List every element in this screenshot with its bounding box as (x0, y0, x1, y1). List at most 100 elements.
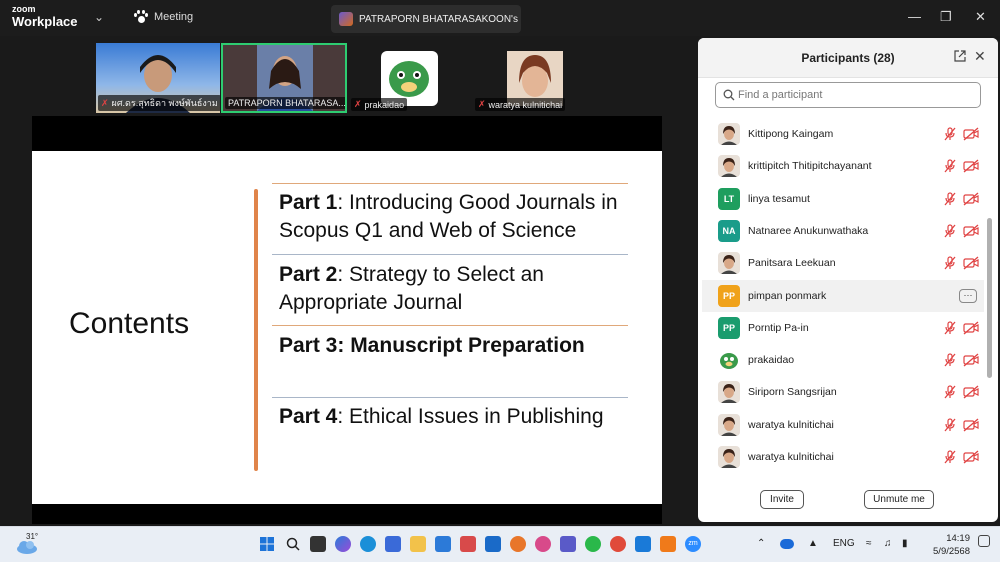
popout-icon[interactable] (954, 50, 966, 62)
accent-bar (254, 189, 258, 471)
tile-name-label: PATRAPORN BHATARASA... (225, 97, 345, 109)
search-input[interactable] (715, 82, 981, 108)
date: 5/9/2568 (933, 546, 970, 557)
participant-row[interactable]: Panitsara Leekuan (702, 247, 984, 279)
participants-panel: Participants (28) ✕ Kittipong Kaingam kri… (698, 38, 998, 522)
participant-name: linya tesamut (748, 192, 810, 205)
avatar (718, 413, 740, 436)
participant-name: krittipitch Thitipitchayanant (748, 160, 872, 173)
language-indicator[interactable]: ENG (833, 538, 855, 549)
copilot-icon[interactable] (335, 536, 351, 552)
line-icon[interactable] (585, 536, 601, 552)
notification-icon[interactable] (978, 535, 990, 547)
teams-icon[interactable] (385, 536, 401, 552)
avatar: LT (718, 187, 740, 210)
edge-icon[interactable] (360, 536, 376, 552)
panel-header: Participants (28) ✕ (698, 38, 998, 78)
avatar: NA (718, 219, 740, 242)
firefox-icon[interactable] (510, 536, 526, 552)
scrollbar[interactable] (987, 218, 992, 378)
video-tile[interactable]: ✗ waratya kulnitichai (473, 43, 597, 113)
tile-name-label: ✗ waratya kulnitichai (475, 98, 566, 111)
tab-meeting[interactable]: Meeting (134, 10, 193, 24)
invite-button[interactable]: Invite (760, 490, 804, 509)
avatar: PP (718, 316, 740, 339)
teams-chat-icon[interactable] (560, 536, 576, 552)
brand-top: zoom (12, 4, 36, 14)
participant-row[interactable]: waratya kulnitichai (702, 441, 984, 473)
chevron-down-icon[interactable]: ⌄ (94, 10, 104, 24)
mic-muted-icon (944, 418, 956, 432)
volume-icon[interactable]: ♫ (884, 538, 892, 549)
task-view-icon[interactable] (310, 536, 326, 552)
participant-row[interactable]: Kittipong Kaingam (702, 118, 984, 150)
participant-row[interactable]: PP pimpan ponmark ··· (702, 279, 984, 312)
zoom-logo[interactable]: zoom Workplace (12, 4, 78, 29)
participant-row[interactable]: NA Natnaree Anukunwathaka (702, 215, 984, 247)
avatar (718, 155, 740, 178)
tab-screen-share[interactable]: PATRAPORN BHATARASAKOON's ··· (331, 5, 521, 33)
onedrive-icon[interactable] (780, 539, 794, 549)
participant-row[interactable]: PP Porntip Pa-in (702, 312, 984, 344)
close-icon[interactable]: ✕ (974, 48, 986, 65)
time: 14:19 (946, 533, 970, 544)
participant-list: Kittipong Kaingam krittipitch Thitipitcha… (698, 114, 988, 474)
participant-name: waratya kulnitichai (748, 451, 834, 463)
avatar (718, 252, 740, 275)
gift-icon[interactable] (460, 536, 476, 552)
clock[interactable]: 14:19 5/9/2568 (920, 532, 970, 558)
video-tile[interactable]: ✗ prakaidao (349, 43, 471, 113)
outlook-icon[interactable] (485, 536, 501, 552)
restore-icon[interactable]: ❐ (940, 9, 952, 25)
avatar: PP (718, 284, 740, 307)
avatar (718, 446, 740, 468)
app-icon[interactable] (660, 536, 676, 552)
participant-row[interactable]: LT linya tesamut (702, 183, 984, 215)
mic-muted-icon: ✗ (354, 99, 362, 109)
mic-muted-icon (944, 321, 956, 335)
divider (272, 325, 628, 326)
video-off-icon (963, 450, 979, 464)
browser-icon[interactable] (535, 536, 551, 552)
participant-row[interactable]: krittipitch Thitipitchayanant (702, 150, 984, 182)
participant-row[interactable]: waratya kulnitichai (702, 409, 984, 441)
video-off-icon (963, 256, 979, 270)
video-tile[interactable]: ✗ ผศ.ดร.สุทธิดา พงษ์พันธ์งาม (96, 43, 220, 113)
part-1: Part 1: Introducing Good Journals in Sco… (279, 191, 618, 242)
paw-icon (134, 10, 148, 24)
search-icon (723, 89, 735, 101)
participant-name: prakaidao (748, 354, 795, 367)
battery-saver-icon[interactable]: ▲ (808, 538, 818, 549)
mic-muted-icon: ✗ (478, 99, 486, 109)
participant-row[interactable]: prakaidao (702, 344, 984, 376)
title-bar: zoom Workplace ⌄ Meeting PATRAPORN BHATA… (0, 0, 1000, 36)
mic-muted-icon (944, 224, 956, 238)
chevron-up-icon[interactable]: ⌃ (757, 538, 765, 549)
more-options-icon[interactable]: ··· (959, 288, 977, 303)
part-4: Part 4: Ethical Issues in Publishing (279, 405, 604, 428)
close-window-icon[interactable]: ✕ (975, 9, 986, 25)
file-explorer-icon[interactable] (410, 536, 426, 552)
photos-icon[interactable] (635, 536, 651, 552)
battery-icon[interactable]: ▮ (902, 538, 908, 549)
divider (272, 254, 628, 255)
part-2: Part 2: Strategy to Select an Appropriat… (279, 263, 544, 314)
share-tab-title: PATRAPORN BHATARASAKOON's (359, 13, 518, 25)
store-icon[interactable] (435, 536, 451, 552)
search-icon[interactable] (285, 536, 301, 552)
mic-muted-icon (944, 191, 956, 206)
video-tile-active[interactable]: PATRAPORN BHATARASA... (221, 43, 347, 113)
divider (272, 397, 628, 398)
chrome-icon[interactable] (610, 536, 626, 552)
taskbar: 31° zm ⌃ ▲ ENG ≈ ♫ ▮ 14:19 5/9/2568 (0, 526, 1000, 562)
participant-name: Siriporn Sangsrijan (748, 386, 837, 399)
mic-muted-icon: ✗ (101, 97, 109, 108)
windows-start-icon[interactable] (259, 536, 275, 552)
unmute-me-button[interactable]: Unmute me (864, 490, 934, 509)
brand-bottom: Workplace (12, 14, 78, 29)
participant-row[interactable]: Siriporn Sangsrijan (702, 376, 984, 408)
mic-muted-icon (944, 256, 956, 270)
minimize-icon[interactable]: — (908, 9, 921, 24)
wifi-icon[interactable]: ≈ (866, 538, 872, 549)
zoom-taskbar-icon[interactable]: zm (685, 536, 701, 552)
